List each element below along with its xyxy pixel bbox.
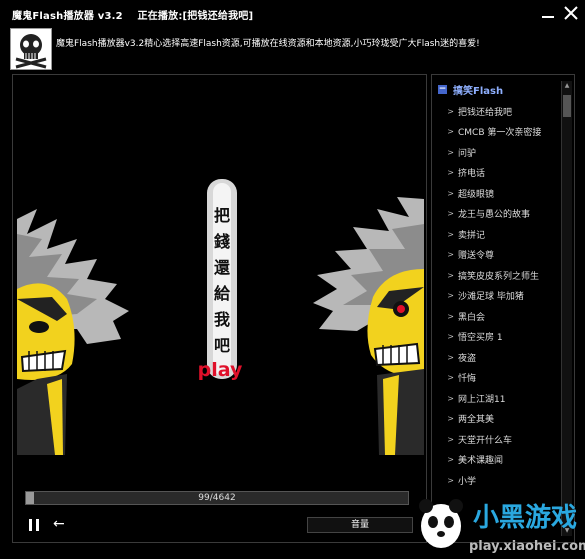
chevron-right-icon: > xyxy=(447,414,454,424)
collapse-icon[interactable]: − xyxy=(438,84,447,94)
volume-button[interactable]: 音量 xyxy=(307,517,413,533)
progress-text: 99/4642 xyxy=(198,493,236,503)
playlist-item[interactable]: > 挤电话 xyxy=(432,163,560,184)
playlist-item[interactable]: > 悟空买房 1 xyxy=(432,327,560,348)
chevron-right-icon: > xyxy=(447,188,454,198)
playlist-items: > 把钱还给我吧 > CMCB 第一次亲密接 > 问驴 > 挤电话 > 超级眼镜 > 龙王与… xyxy=(432,101,560,491)
playlist-item[interactable]: > 龙王与愚公的故事 xyxy=(432,204,560,225)
minimize-icon[interactable] xyxy=(539,4,557,22)
playlist-item[interactable]: > 黑白会 xyxy=(432,306,560,327)
pause-button[interactable] xyxy=(27,517,41,533)
playlist-item[interactable]: > 把钱还给我吧 xyxy=(432,101,560,122)
chevron-right-icon: > xyxy=(447,209,454,219)
category-header[interactable]: − 搞笑Flash xyxy=(438,81,503,97)
flash-stage[interactable]: 把 錢 還 給 我 吧 play xyxy=(17,179,424,455)
chevron-right-icon: > xyxy=(447,393,454,403)
back-arrow-icon[interactable]: ← xyxy=(53,516,65,532)
playlist-item[interactable]: > 卖拼记 xyxy=(432,224,560,245)
progress-bar[interactable]: 99/4642 xyxy=(25,491,409,505)
chevron-right-icon: > xyxy=(447,291,454,301)
chevron-right-icon: > xyxy=(447,168,454,178)
playlist-item[interactable]: > 问驴 xyxy=(432,142,560,163)
right-character xyxy=(313,197,424,455)
playlist-item[interactable]: > 忏悔 xyxy=(432,368,560,389)
chevron-right-icon: > xyxy=(447,229,454,239)
chevron-right-icon: > xyxy=(447,352,454,362)
category-name: 搞笑Flash xyxy=(453,85,504,97)
chevron-right-icon: > xyxy=(447,373,454,383)
watermark-url: play.xiaohei.com xyxy=(469,539,585,554)
player-panel: 把 錢 還 給 我 吧 play 99/4642 ← 音量 xyxy=(12,74,427,543)
playlist-scrollbar[interactable]: ▲ ▼ xyxy=(561,81,572,536)
svg-text:給: 給 xyxy=(214,284,231,303)
chevron-right-icon: > xyxy=(447,332,454,342)
chevron-right-icon: > xyxy=(447,311,454,321)
watermark-brand: 小黑游戏 xyxy=(473,503,577,533)
chevron-right-icon: > xyxy=(447,455,454,465)
skull-logo-icon xyxy=(10,28,52,70)
scroll-up-icon[interactable]: ▲ xyxy=(562,81,572,91)
playlist-item[interactable]: > CMCB 第一次亲密接 xyxy=(432,122,560,143)
playlist-item[interactable]: > 美术课趣闻 xyxy=(432,450,560,471)
svg-text:還: 還 xyxy=(214,258,231,277)
playlist-item[interactable]: > 网上江湖11 xyxy=(432,388,560,409)
svg-text:我: 我 xyxy=(214,310,230,329)
svg-text:吧: 吧 xyxy=(214,336,230,355)
chevron-right-icon: > xyxy=(447,106,454,116)
scroll-thumb[interactable] xyxy=(563,95,571,117)
chevron-right-icon: > xyxy=(447,250,454,260)
svg-text:把: 把 xyxy=(214,206,230,225)
play-label[interactable]: play xyxy=(198,359,243,381)
playlist-item[interactable]: > 两全其美 xyxy=(432,409,560,430)
playlist-panel: − 搞笑Flash > 把钱还给我吧 > CMCB 第一次亲密接 > 问驴 > 挤电话 … xyxy=(431,74,575,543)
svg-text:錢: 錢 xyxy=(214,232,230,251)
playlist-item[interactable]: > 夜盗 xyxy=(432,347,560,368)
app-header: 魔鬼Flash播放器v3.2精心选择高速Flash资源,可播放在线资源和本地资源… xyxy=(0,26,585,70)
chevron-right-icon: > xyxy=(447,270,454,280)
window-title: 魔鬼Flash播放器 v3.2 正在播放:[把钱还给我吧] xyxy=(12,11,254,22)
panda-icon xyxy=(419,499,463,548)
playlist-item[interactable]: > 沙滩足球 毕加猪 xyxy=(432,286,560,307)
chevron-right-icon: > xyxy=(447,147,454,157)
intro-text: 魔鬼Flash播放器v3.2精心选择高速Flash资源,可播放在线资源和本地资源… xyxy=(56,39,480,49)
playlist-item[interactable]: > 超级眼镜 xyxy=(432,183,560,204)
playlist-item[interactable]: > 赠送令尊 xyxy=(432,245,560,266)
chevron-right-icon: > xyxy=(447,127,454,137)
chevron-right-icon: > xyxy=(447,475,454,485)
watermark-logo: 小黑游戏 play.xiaohei.com xyxy=(413,488,585,555)
close-icon[interactable] xyxy=(562,4,580,22)
playback-controls: 99/4642 ← 音量 xyxy=(13,483,426,543)
playlist-item[interactable]: > 搞笑皮皮系列之师生 xyxy=(432,265,560,286)
left-character xyxy=(17,209,129,455)
chevron-right-icon: > xyxy=(447,434,454,444)
title-bar: 魔鬼Flash播放器 v3.2 正在播放:[把钱还给我吧] xyxy=(0,0,585,24)
playlist-item[interactable]: > 天堂开什么车 xyxy=(432,429,560,450)
